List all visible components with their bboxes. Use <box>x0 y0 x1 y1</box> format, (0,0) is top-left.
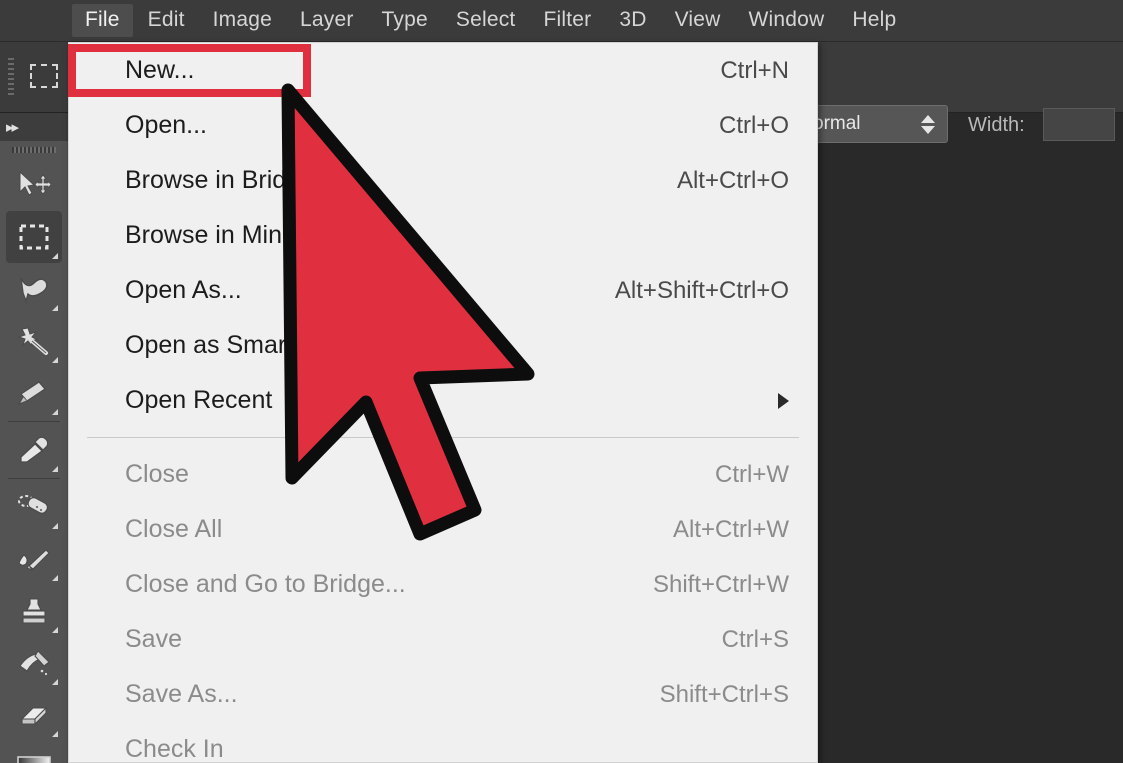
menu-item-open-as-smart-object[interactable]: Open as Smart Object... <box>69 318 817 373</box>
tool-divider <box>8 478 60 479</box>
menu-item-label: New... <box>125 56 195 84</box>
menubar-item-type[interactable]: Type <box>369 4 441 37</box>
menu-item-save[interactable]: Save Ctrl+S <box>69 612 817 667</box>
marquee-icon <box>19 224 49 250</box>
menu-item-close[interactable]: Close Ctrl+W <box>69 447 817 502</box>
healing-brush-icon <box>18 495 49 514</box>
menu-item-label: Browse in Mini Bridge... <box>125 221 388 249</box>
menubar-item-select[interactable]: Select <box>443 4 529 37</box>
history-brush-icon <box>19 650 50 676</box>
menu-item-shortcut: Ctrl+N <box>720 56 789 84</box>
menubar-item-image[interactable]: Image <box>200 4 285 37</box>
clone-stamp-tool[interactable] <box>6 585 62 637</box>
menu-item-label: Close <box>125 460 189 488</box>
menu-item-shortcut: Alt+Shift+Ctrl+O <box>614 276 789 304</box>
brush-icon <box>18 549 50 572</box>
file-dropdown-menu: New... Ctrl+N Open... Ctrl+O Browse in B… <box>68 42 818 763</box>
move-tool[interactable] <box>6 159 62 211</box>
menu-item-label: Open as Smart Object... <box>125 331 394 359</box>
menu-item-shortcut: Shift+Ctrl+W <box>652 570 789 598</box>
double-chevron-right-icon[interactable]: ▸▸ <box>0 113 68 141</box>
spinner-arrows-icon[interactable] <box>915 114 947 134</box>
tool-divider <box>8 421 60 422</box>
menu-item-label: Check In <box>125 735 224 763</box>
magic-wand-icon <box>17 327 48 355</box>
menu-bar: File Edit Image Layer Type Select Filter… <box>0 0 1123 42</box>
menu-item-label: Save <box>125 625 182 653</box>
eraser-icon <box>20 706 48 726</box>
tools-list <box>0 159 68 763</box>
menu-item-shortcut: Shift+Ctrl+S <box>659 680 789 708</box>
feather-mode-value: ormal <box>813 113 861 134</box>
crop-tool[interactable] <box>6 367 62 419</box>
menu-item-open[interactable]: Open... Ctrl+O <box>69 98 817 153</box>
menu-item-label: Open... <box>125 111 207 139</box>
menu-item-close-all[interactable]: Close All Alt+Ctrl+W <box>69 502 817 557</box>
menu-item-shortcut: Alt+Ctrl+W <box>672 515 789 543</box>
eraser-tool[interactable] <box>6 689 62 741</box>
eyedropper-tool[interactable] <box>6 424 62 476</box>
crop-icon <box>17 381 46 406</box>
menu-item-browse-in-bridge[interactable]: Browse in Bridge... Alt+Ctrl+O <box>69 153 817 208</box>
menu-item-shortcut: Ctrl+S <box>721 625 789 653</box>
spot-healing-tool[interactable] <box>6 481 62 533</box>
menubar-item-layer[interactable]: Layer <box>287 4 367 37</box>
menu-item-shortcut: Alt+Ctrl+O <box>676 166 789 194</box>
rectangular-marquee-tool[interactable] <box>6 211 62 263</box>
feather-mode-select[interactable]: ormal <box>800 105 948 143</box>
move-icon <box>19 170 51 196</box>
photoshop-window: File Edit Image Layer Type Select Filter… <box>0 0 1123 763</box>
menubar-item-edit[interactable]: Edit <box>135 4 198 37</box>
menu-item-browse-in-mini-bridge[interactable]: Browse in Mini Bridge... <box>69 208 817 263</box>
menubar-item-3d[interactable]: 3D <box>606 4 659 37</box>
eyedropper-icon <box>20 436 49 463</box>
lasso-tool[interactable] <box>6 263 62 315</box>
menu-item-label: Open As... <box>125 276 242 304</box>
width-label: Width: <box>968 114 1025 136</box>
menubar-item-window[interactable]: Window <box>736 4 838 37</box>
marquee-icon <box>30 64 58 88</box>
menu-item-save-as[interactable]: Save As... Shift+Ctrl+S <box>69 667 817 722</box>
menu-item-check-in[interactable]: Check In <box>69 722 817 763</box>
width-input[interactable] <box>1043 108 1115 141</box>
history-brush-tool[interactable] <box>6 637 62 689</box>
menubar-item-file[interactable]: File <box>72 4 133 37</box>
menu-item-label: Save As... <box>125 680 238 708</box>
menu-item-label: Open Recent <box>125 386 273 414</box>
stamp-icon <box>22 598 46 624</box>
tools-panel: ▸▸ <box>0 113 69 763</box>
menu-divider <box>87 437 799 438</box>
gradient-icon <box>17 756 51 763</box>
tools-panel-grip[interactable] <box>12 147 56 153</box>
menu-item-new[interactable]: New... Ctrl+N <box>69 43 817 98</box>
gradient-tool[interactable] <box>6 741 62 763</box>
menu-item-label: Close and Go to Bridge... <box>125 570 406 598</box>
menu-item-label: Browse in Bridge... <box>125 166 335 194</box>
brush-tool[interactable] <box>6 533 62 585</box>
menu-item-label: Close All <box>125 515 223 543</box>
submenu-arrow-icon <box>778 392 789 409</box>
menubar-item-help[interactable]: Help <box>839 4 909 37</box>
magic-wand-tool[interactable] <box>6 315 62 367</box>
menu-item-close-and-go-to-bridge[interactable]: Close and Go to Bridge... Shift+Ctrl+W <box>69 557 817 612</box>
menu-item-shortcut: Ctrl+O <box>718 111 789 139</box>
menubar-item-filter[interactable]: Filter <box>530 4 604 37</box>
menu-item-open-recent[interactable]: Open Recent <box>69 373 817 428</box>
menu-item-open-as[interactable]: Open As... Alt+Shift+Ctrl+O <box>69 263 817 318</box>
lasso-icon <box>20 277 48 304</box>
options-bar-grip[interactable] <box>8 58 14 96</box>
menu-item-shortcut: Ctrl+W <box>715 460 789 488</box>
menubar-item-view[interactable]: View <box>662 4 734 37</box>
